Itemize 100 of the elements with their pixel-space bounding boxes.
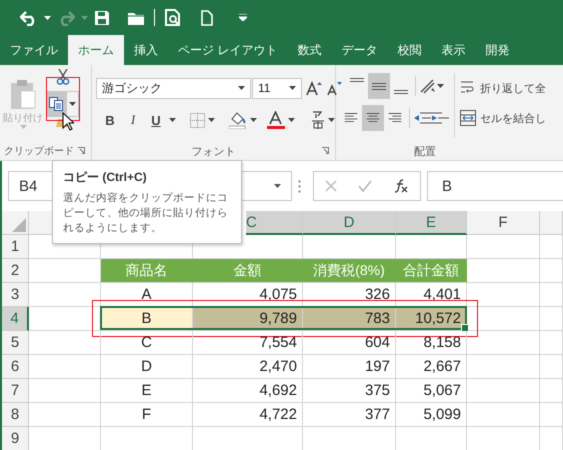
table-cell: D — [101, 355, 193, 379]
row-header[interactable]: 8 — [2, 403, 29, 427]
middle-align-button[interactable] — [368, 73, 390, 99]
table-header-cell: 金額 — [193, 259, 303, 283]
row-header[interactable]: 4 — [2, 307, 29, 331]
bold-button[interactable]: B — [100, 109, 120, 131]
group-label: 配置 — [414, 144, 436, 158]
column-header[interactable]: E — [396, 211, 467, 235]
insert-function-icon[interactable] — [393, 179, 410, 193]
table-cell — [29, 355, 101, 379]
row-header[interactable]: 5 — [2, 331, 29, 355]
customize-icon[interactable] — [239, 14, 247, 21]
ribbon-tab[interactable]: 表示 — [431, 35, 476, 65]
table-cell: 2,470 — [193, 355, 303, 379]
row-header[interactable]: 7 — [2, 379, 29, 403]
tooltip-text: 選んだ内容をクリップボードにコピーして、他の場所に貼り付けられるようにします。 — [63, 191, 229, 236]
decrease-font-icon[interactable] — [326, 80, 342, 96]
caret-icon[interactable] — [69, 102, 76, 106]
caret-icon[interactable] — [250, 118, 257, 122]
table-header-cell: 合計金額 — [396, 259, 467, 283]
align-bottom-icon — [394, 90, 408, 94]
increase-indent-icon[interactable] — [431, 110, 449, 126]
print-preview-icon[interactable] — [165, 8, 181, 26]
table-cell: F — [101, 403, 193, 427]
table-cell: 604 — [303, 331, 396, 355]
folder-icon[interactable] — [128, 10, 144, 24]
align-top-icon — [350, 78, 364, 82]
table-cell: 4,722 — [193, 403, 303, 427]
row-header[interactable]: 1 — [2, 235, 29, 259]
caret-icon[interactable] — [169, 118, 176, 122]
table-cell: 375 — [303, 379, 396, 403]
ribbon-tab[interactable]: 挿入 — [124, 35, 168, 65]
underline-button[interactable]: U — [146, 109, 166, 131]
copy-icon — [49, 97, 63, 111]
row-header[interactable]: 6 — [2, 355, 29, 379]
ribbon-tab[interactable]: データ — [331, 35, 388, 65]
copy-button[interactable] — [46, 91, 66, 117]
caret-icon[interactable] — [328, 118, 335, 122]
ribbon-tab[interactable]: ファイル — [0, 35, 68, 65]
scissors-icon[interactable] — [56, 69, 70, 85]
ribbon-tab[interactable]: 校閲 — [387, 35, 432, 65]
table-cell — [29, 403, 101, 427]
caret-icon[interactable] — [208, 118, 215, 122]
table-cell: 326 — [303, 283, 396, 307]
merge-cells-icon — [460, 110, 476, 126]
row-header[interactable]: 9 — [2, 427, 29, 450]
ribbon-tab[interactable]: 開発 — [475, 35, 520, 65]
table-cell — [540, 235, 563, 259]
table-cell: 5,099 — [396, 403, 467, 427]
font-color-icon[interactable] — [267, 111, 285, 129]
clipboard-icon — [10, 79, 36, 109]
table-cell — [29, 379, 101, 403]
ribbon-tab[interactable]: ホーム — [68, 35, 124, 65]
font-size-combo[interactable]: 11 — [252, 78, 302, 98]
more-icon — [298, 180, 301, 192]
mouse-cursor-icon — [62, 112, 74, 131]
table-header-cell: 消費税(8%) — [303, 259, 396, 283]
column-header[interactable]: F — [467, 211, 540, 235]
ribbon-tab[interactable]: ページ レイアウト — [168, 35, 288, 65]
table-cell: 377 — [303, 403, 396, 427]
caret-icon[interactable] — [238, 86, 245, 90]
table-cell — [540, 355, 563, 379]
caret-icon[interactable] — [274, 184, 281, 188]
formula-field[interactable]: B — [427, 171, 563, 201]
ribbon-tab[interactable]: 数式 — [287, 35, 332, 65]
save-icon[interactable] — [94, 10, 110, 26]
table-cell: 4,692 — [193, 379, 303, 403]
caret-icon[interactable] — [436, 84, 444, 88]
table-cell — [540, 379, 563, 403]
table-cell: 2,667 — [396, 355, 467, 379]
new-document-icon[interactable] — [201, 10, 213, 26]
decrease-indent-icon[interactable] — [413, 110, 431, 126]
table-cell: E — [101, 379, 193, 403]
font-name-combo[interactable]: 游ゴシック — [96, 78, 251, 98]
orientation-icon[interactable] — [418, 78, 436, 94]
table-cell — [29, 331, 101, 355]
table-cell: A — [101, 283, 193, 307]
increase-font-icon[interactable] — [306, 80, 322, 96]
table-cell: 8,158 — [396, 331, 467, 355]
group-label: クリップボード — [4, 144, 74, 158]
table-cell: 4,401 — [396, 283, 467, 307]
column-header[interactable]: D — [303, 211, 396, 235]
caret-icon[interactable] — [288, 118, 295, 122]
dialog-launcher-icon[interactable] — [322, 147, 329, 154]
wrap-text-button[interactable]: 折り返して全 — [460, 77, 546, 99]
fill-handle[interactable] — [461, 324, 469, 332]
row-header[interactable]: 3 — [2, 283, 29, 307]
merge-center-button[interactable]: セルを結合し — [460, 107, 546, 129]
row-header[interactable]: 2 — [2, 259, 29, 283]
caret-icon[interactable] — [289, 86, 296, 90]
column-header[interactable]: C — [246, 211, 303, 235]
phonetic-guide-icon[interactable] — [311, 111, 325, 129]
table-cell: C — [101, 331, 193, 355]
center-button[interactable] — [362, 105, 384, 131]
italic-button[interactable]: I — [123, 109, 143, 131]
dialog-launcher-icon[interactable] — [78, 147, 85, 154]
align-middle-icon — [372, 82, 386, 90]
fill-color-icon[interactable] — [229, 111, 247, 129]
table-cell — [540, 307, 563, 331]
caret-icon[interactable] — [44, 16, 51, 20]
